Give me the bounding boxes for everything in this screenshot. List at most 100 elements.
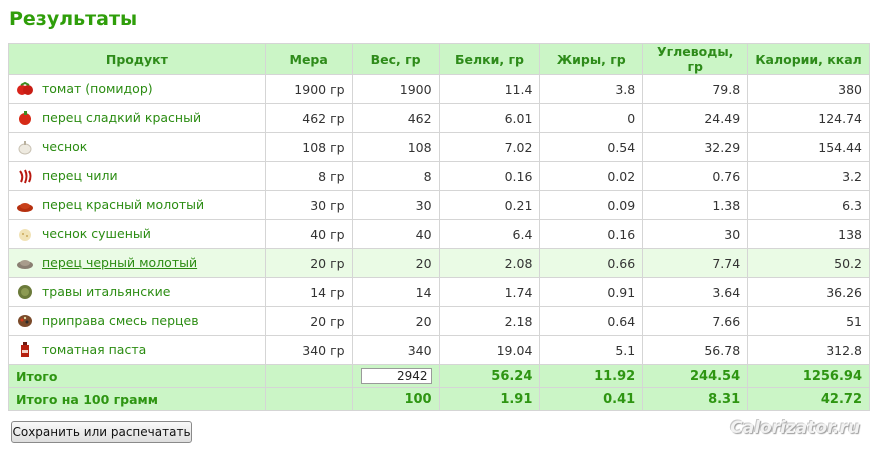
carbs-cell: 7.74 [642, 248, 749, 278]
calories-cell: 3.2 [747, 161, 870, 191]
protein-cell: 11.4 [438, 74, 541, 104]
table-row: перец чили 8 гр 8 0.16 0.02 0.76 3.2 [8, 161, 870, 191]
fat-cell: 0.91 [539, 277, 644, 307]
header-calories[interactable]: Калории, ккал [747, 43, 870, 75]
total-measure-cell [264, 364, 353, 388]
total-calories-cell: 1256.94 [747, 364, 870, 388]
chili-pepper-icon [19, 169, 32, 184]
ground-red-pepper-icon [17, 203, 33, 213]
total-weight-input[interactable] [360, 368, 432, 384]
weight-cell: 30 [351, 190, 440, 220]
fat-cell: 3.8 [539, 74, 644, 104]
dried-garlic-icon [19, 229, 31, 242]
product-link[interactable]: чеснок [42, 139, 87, 154]
table-row: томатная паста 340 гр 340 19.04 5.1 56.7… [8, 335, 870, 365]
measure-cell: 20 гр [264, 248, 353, 278]
per100-carbs-cell: 8.31 [642, 387, 749, 411]
table-row: перец красный молотый 30 гр 30 0.21 0.09… [8, 190, 870, 220]
protein-cell: 1.74 [438, 277, 541, 307]
carbs-cell: 1.38 [642, 190, 749, 220]
carbs-cell: 0.76 [642, 161, 749, 191]
weight-cell: 20 [351, 306, 440, 336]
fat-cell: 0.64 [539, 306, 644, 336]
product-link[interactable]: перец черный молотый [42, 255, 197, 270]
protein-cell: 19.04 [438, 335, 541, 365]
protein-cell: 7.02 [438, 132, 541, 162]
product-link[interactable]: чеснок сушеный [42, 226, 151, 241]
protein-cell: 6.4 [438, 219, 541, 249]
total-label: Итого [8, 364, 266, 388]
weight-cell: 1900 [351, 74, 440, 104]
header-measure[interactable]: Мера [264, 43, 353, 75]
product-link[interactable]: перец сладкий красный [42, 110, 201, 125]
carbs-cell: 7.66 [642, 306, 749, 336]
table-row: перец черный молотый 20 гр 20 2.08 0.66 … [8, 248, 870, 278]
product-link[interactable]: приправа смесь перцев [42, 313, 199, 328]
product-cell: чеснок [8, 132, 266, 162]
measure-cell: 108 гр [264, 132, 353, 162]
weight-cell: 340 [351, 335, 440, 365]
product-cell: травы итальянские [8, 277, 266, 307]
table-header-row: Продукт Мера Вес, гр Белки, гр Жиры, гр … [8, 43, 870, 75]
protein-cell: 0.16 [438, 161, 541, 191]
product-link[interactable]: томатная паста [42, 342, 146, 357]
header-product[interactable]: Продукт [8, 43, 266, 75]
calories-cell: 50.2 [747, 248, 870, 278]
header-weight[interactable]: Вес, гр [351, 43, 440, 75]
fat-cell: 5.1 [539, 335, 644, 365]
measure-cell: 340 гр [264, 335, 353, 365]
italian-herbs-icon [18, 285, 32, 300]
calories-cell: 124.74 [747, 103, 870, 133]
product-cell: приправа смесь перцев [8, 306, 266, 336]
carbs-cell: 3.64 [642, 277, 749, 307]
measure-cell: 1900 гр [264, 74, 353, 104]
per100-protein-cell: 1.91 [438, 387, 541, 411]
weight-cell: 14 [351, 277, 440, 307]
per100-row: Итого на 100 грамм 100 1.91 0.41 8.31 42… [8, 387, 870, 411]
weight-cell: 108 [351, 132, 440, 162]
table-row: томат (помидор) 1900 гр 1900 11.4 3.8 79… [8, 74, 870, 104]
carbs-cell: 24.49 [642, 103, 749, 133]
measure-cell: 8 гр [264, 161, 353, 191]
watermark: Calorizator.ru [730, 418, 860, 438]
header-protein[interactable]: Белки, гр [438, 43, 541, 75]
header-fat[interactable]: Жиры, гр [539, 43, 644, 75]
calories-cell: 154.44 [747, 132, 870, 162]
product-link[interactable]: перец чили [42, 168, 118, 183]
protein-cell: 2.18 [438, 306, 541, 336]
weight-cell: 8 [351, 161, 440, 191]
per100-weight-cell: 100 [351, 387, 440, 411]
calories-cell: 380 [747, 74, 870, 104]
weight-cell: 40 [351, 219, 440, 249]
per100-measure-cell [264, 387, 353, 411]
product-link[interactable]: перец красный молотый [42, 197, 204, 212]
calories-cell: 6.3 [747, 190, 870, 220]
table-row: приправа смесь перцев 20 гр 20 2.18 0.64… [8, 306, 870, 336]
red-pepper-icon [19, 111, 31, 126]
measure-cell: 14 гр [264, 277, 353, 307]
product-cell: томат (помидор) [8, 74, 266, 104]
total-carbs-cell: 244.54 [642, 364, 749, 388]
carbs-cell: 56.78 [642, 335, 749, 365]
carbs-cell: 30 [642, 219, 749, 249]
protein-cell: 2.08 [438, 248, 541, 278]
protein-cell: 0.21 [438, 190, 541, 220]
total-weight-cell [351, 364, 440, 388]
tomato-icon [17, 82, 33, 96]
total-row: Итого 56.24 11.92 244.54 1256.94 [8, 364, 870, 388]
pepper-mix-icon [18, 315, 32, 328]
header-carbs[interactable]: Углеводы, гр [642, 43, 749, 75]
measure-cell: 30 гр [264, 190, 353, 220]
table-row: чеснок сушеный 40 гр 40 6.4 0.16 30 138 [8, 219, 870, 249]
calories-cell: 51 [747, 306, 870, 336]
measure-cell: 20 гр [264, 306, 353, 336]
product-cell: перец сладкий красный [8, 103, 266, 133]
product-link[interactable]: травы итальянские [42, 284, 170, 299]
ground-black-pepper-icon [17, 260, 33, 270]
save-print-button[interactable]: Сохранить или распечатать [11, 421, 192, 443]
per100-calories-cell: 42.72 [747, 387, 870, 411]
fat-cell: 0.16 [539, 219, 644, 249]
product-cell: перец красный молотый [8, 190, 266, 220]
product-link[interactable]: томат (помидор) [42, 81, 153, 96]
fat-cell: 0.09 [539, 190, 644, 220]
